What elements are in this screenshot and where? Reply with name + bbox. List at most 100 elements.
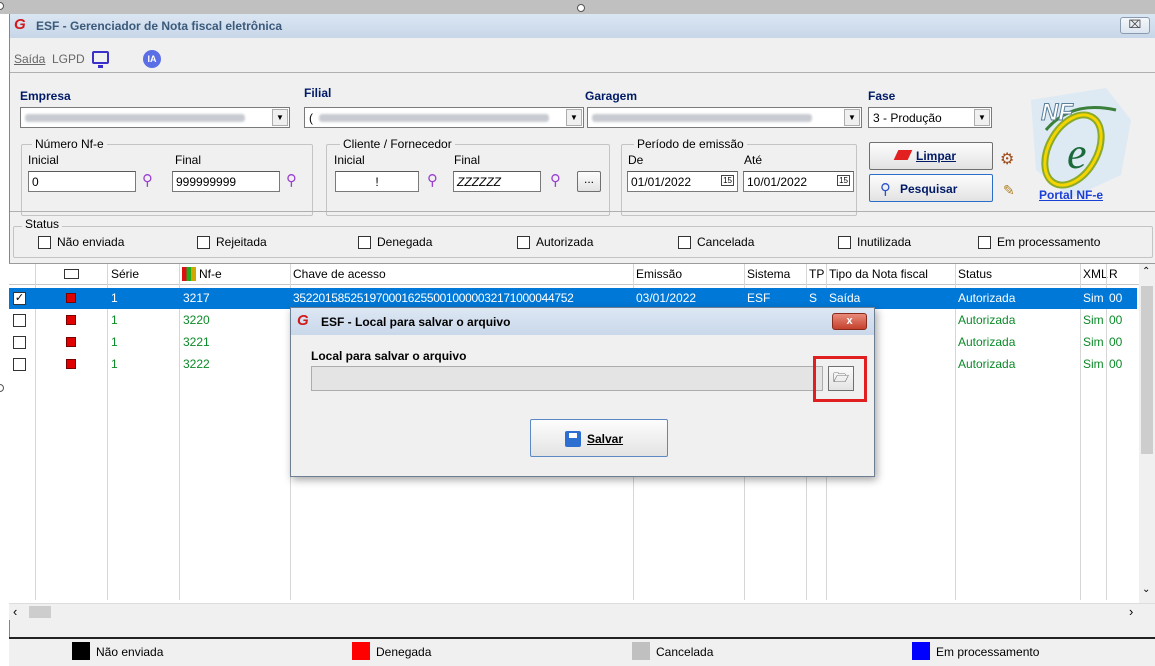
numero-final-label: Final [175, 153, 202, 167]
status-group-title: Status [22, 217, 63, 231]
chevron-left-icon[interactable]: ‹ [13, 604, 17, 619]
status-cancelada-checkbox[interactable] [678, 236, 691, 249]
chevron-down-icon[interactable]: ⌄ [1142, 584, 1150, 595]
scroll-thumb[interactable] [1141, 286, 1153, 454]
status-rejeitada-checkbox[interactable] [197, 236, 210, 249]
col-serie[interactable]: Série [111, 267, 139, 281]
col-tipo[interactable]: Tipo da Nota fiscal [829, 267, 928, 281]
chevron-down-icon[interactable]: ▼ [566, 109, 582, 126]
close-icon: ⌧ [1128, 19, 1142, 31]
status-denegada-label: Denegada [377, 235, 433, 249]
calendar-icon[interactable]: 15 [837, 175, 850, 186]
search-icon[interactable]: ⚲ [427, 171, 438, 189]
chevron-up-icon[interactable]: ⌃ [1142, 266, 1150, 277]
chevron-down-icon[interactable]: ▼ [974, 109, 990, 126]
col-status[interactable]: Status [958, 267, 992, 281]
search-icon[interactable]: ⚲ [550, 171, 561, 189]
status-nao-enviada-checkbox[interactable] [38, 236, 51, 249]
filial-label: Filial [304, 86, 332, 100]
eraser-icon [893, 150, 913, 160]
bars-icon [182, 267, 196, 281]
status-em-processamento-checkbox[interactable] [978, 236, 991, 249]
col-tp[interactable]: TP [809, 267, 824, 281]
status-inutilizada-label: Inutilizada [857, 235, 912, 249]
ia-badge[interactable]: IA [143, 50, 161, 68]
status-indicator [66, 337, 76, 347]
fase-select[interactable]: 3 - Produção ▼ [868, 107, 992, 128]
row-checkbox[interactable]: ✓ [13, 292, 26, 305]
de-label: De [628, 153, 644, 167]
horizontal-scrollbar[interactable]: ‹ › [9, 603, 1155, 620]
cliente-group-title: Cliente / Fornecedor [340, 137, 455, 151]
chevron-down-icon[interactable]: ▼ [844, 109, 860, 126]
col-emissao[interactable]: Emissão [636, 267, 682, 281]
floppy-icon [565, 431, 581, 447]
vertical-scrollbar[interactable]: ⌃ ⌄ [1139, 264, 1155, 603]
search-icon[interactable]: ⚲ [142, 171, 153, 189]
calendar-icon[interactable]: 15 [721, 175, 734, 186]
browse-folder-button[interactable]: 🗁 [828, 366, 854, 391]
col-chave[interactable]: Chave de acesso [293, 267, 386, 281]
row-checkbox[interactable] [13, 336, 26, 349]
pesquisar-button[interactable]: ⚲ Pesquisar [869, 174, 993, 202]
scroll-thumb[interactable] [29, 606, 51, 618]
status-nao-enviada-label: Não enviada [57, 235, 125, 249]
salvar-button[interactable]: Salvar [530, 419, 668, 457]
legend-label: Não enviada [96, 645, 164, 659]
fase-label: Fase [868, 89, 896, 103]
window-title: ESF - Gerenciador de Nota fiscal eletrôn… [36, 19, 283, 33]
data-de-input[interactable]: 01/01/2022 15 [627, 171, 738, 192]
legend-label: Cancelada [656, 645, 714, 659]
path-input[interactable] [311, 366, 823, 391]
numero-final-input[interactable]: 999999999 [172, 171, 280, 192]
search-icon: ⚲ [880, 181, 891, 198]
row-checkbox[interactable] [13, 314, 26, 327]
menu-lgpd[interactable]: LGPD [52, 52, 85, 66]
folder-icon: 🗁 [832, 370, 850, 385]
row-checkbox[interactable] [13, 358, 26, 371]
save-location-dialog: G ESF - Local para salvar o arquivo x Lo… [290, 307, 875, 477]
app-logo-icon: G [14, 16, 26, 33]
dialog-title: ESF - Local para salvar o arquivo [321, 315, 511, 329]
search-icon[interactable]: ⚲ [286, 171, 297, 189]
status-indicator [66, 359, 76, 369]
data-ate-input[interactable]: 10/01/2022 15 [743, 171, 854, 192]
chevron-right-icon[interactable]: › [1129, 604, 1133, 619]
selection-handle[interactable] [0, 384, 4, 392]
monitor-icon[interactable] [92, 51, 109, 68]
cliente-browse-button[interactable]: ... [577, 171, 601, 192]
limpar-button[interactable]: Limpar [869, 142, 993, 170]
cliente-inicial-label: Inicial [334, 153, 365, 167]
path-label: Local para salvar o arquivo [311, 349, 467, 363]
close-button[interactable]: ⌧ [1120, 17, 1150, 34]
filial-select[interactable]: ( ▼ [304, 107, 584, 128]
status-denegada-checkbox[interactable] [358, 236, 371, 249]
legend: Não enviada Denegada Cancelada Em proces… [9, 637, 1155, 666]
menu-saida[interactable]: Saída [14, 52, 45, 66]
col-r[interactable]: R [1109, 267, 1118, 281]
cliente-inicial-input[interactable]: ! [335, 171, 419, 192]
legend-swatch [632, 642, 650, 660]
portal-nfe-link[interactable]: Portal NF-e [1039, 188, 1103, 202]
ate-label: Até [744, 153, 763, 167]
status-cancelada-label: Cancelada [697, 235, 755, 249]
chevron-down-icon[interactable]: ▼ [272, 109, 288, 126]
legend-swatch [352, 642, 370, 660]
numero-inicial-input[interactable]: 0 [28, 171, 136, 192]
col-sistema[interactable]: Sistema [747, 267, 790, 281]
col-xml[interactable]: XML [1083, 267, 1108, 281]
divider [10, 211, 1155, 212]
col-nfe[interactable]: Nf-e [199, 267, 222, 281]
filial-value-blurred [319, 114, 549, 122]
table-row[interactable]: ✓ 1 3217 3522015852519700016255001000003… [9, 288, 1137, 309]
status-autorizada-label: Autorizada [536, 235, 594, 249]
numero-nfe-group-title: Número Nf-e [32, 137, 107, 151]
selection-handle[interactable] [577, 4, 585, 12]
cliente-final-input[interactable]: ZZZZZZ [453, 171, 541, 192]
status-indicator [66, 315, 76, 325]
status-autorizada-checkbox[interactable] [517, 236, 530, 249]
status-inutilizada-checkbox[interactable] [838, 236, 851, 249]
empresa-select[interactable]: ▼ [20, 107, 290, 128]
dialog-close-button[interactable]: x [832, 313, 867, 330]
garagem-select[interactable]: ▼ [587, 107, 862, 128]
